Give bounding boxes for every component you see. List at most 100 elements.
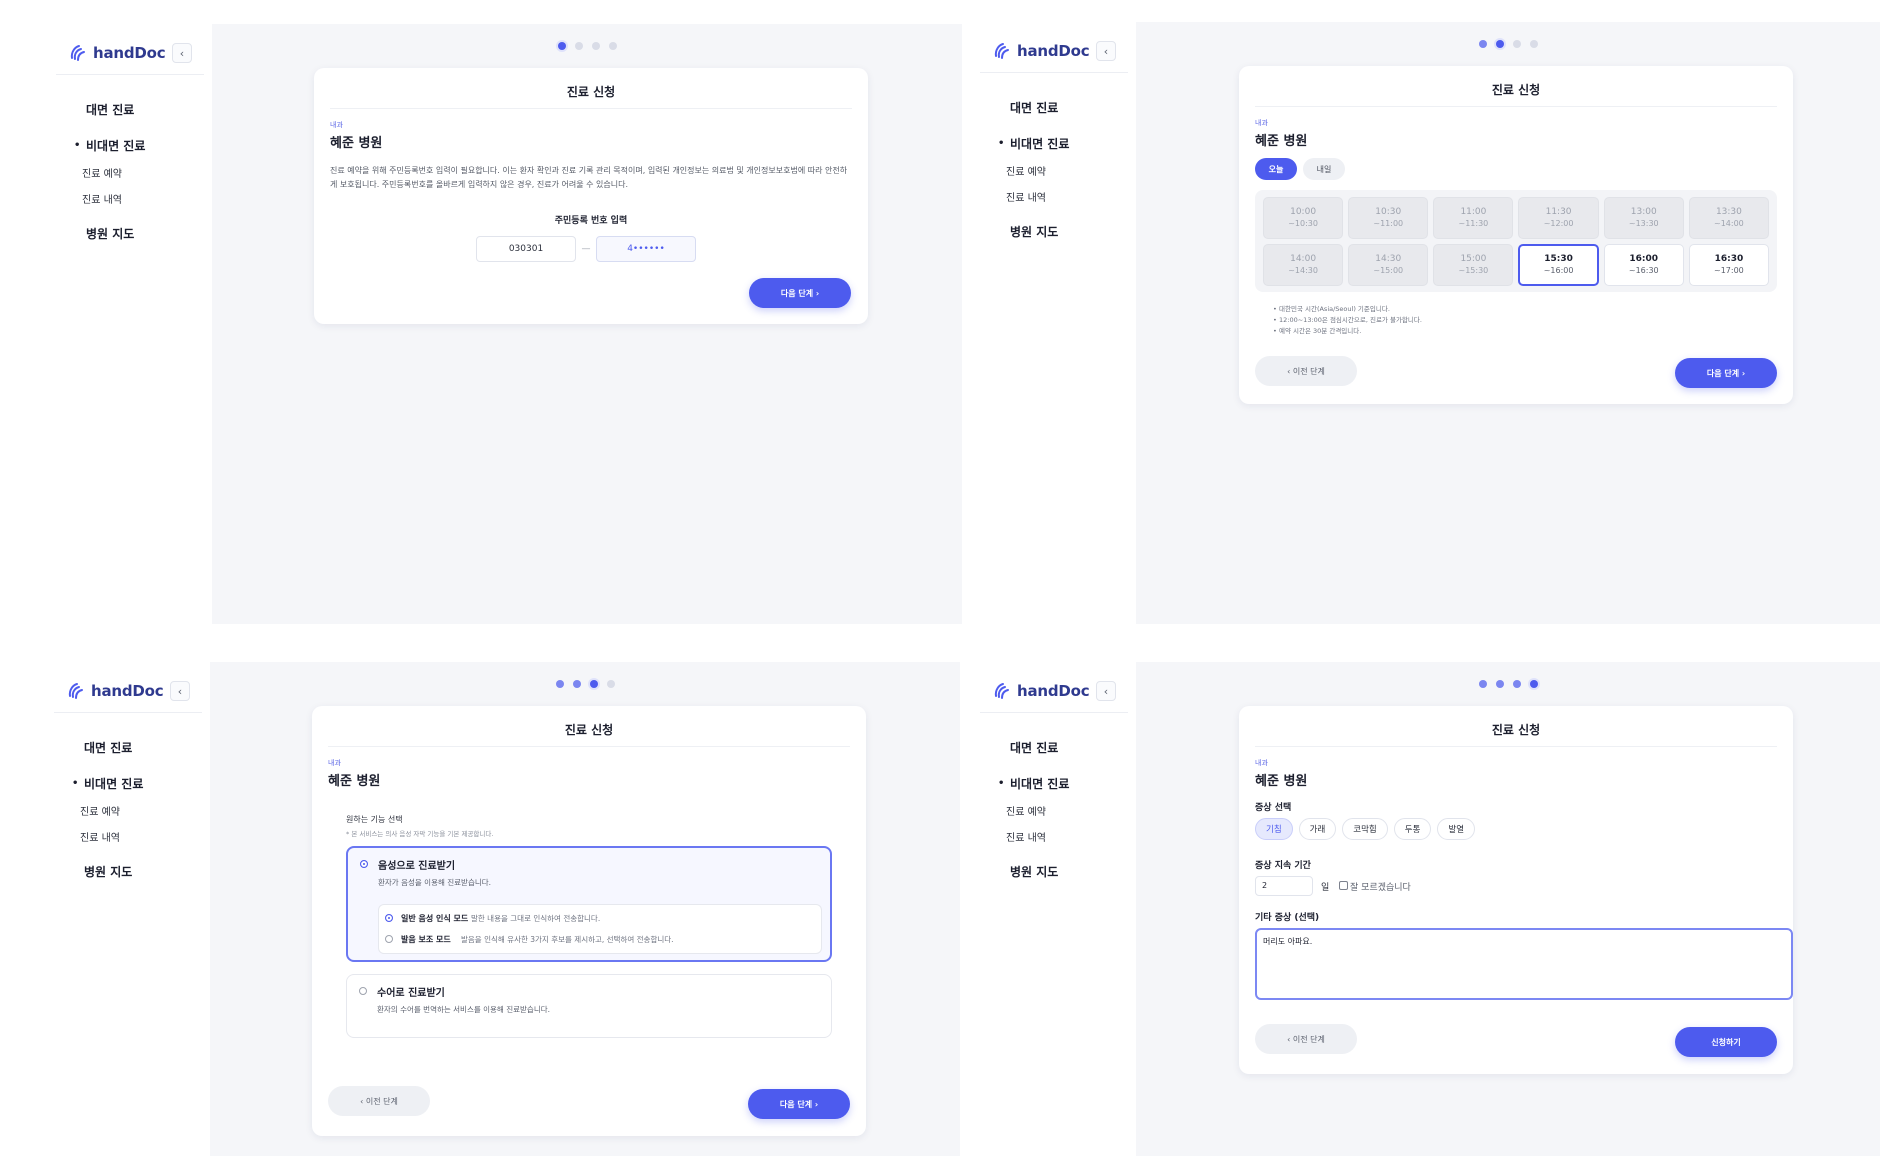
logo[interactable]: handDoc ‹ bbox=[992, 678, 1116, 704]
voice-mode-radio[interactable] bbox=[385, 914, 393, 922]
time-slot-to: ~17:00 bbox=[1714, 266, 1744, 275]
symptom-chips: 기침 가래 코막힘 두통 발열 bbox=[1255, 818, 1476, 840]
nav-hospital-map[interactable]: 병원 지도 bbox=[54, 862, 202, 882]
card-title: 진료 신청 bbox=[1491, 723, 1541, 737]
time-slot[interactable]: 16:30 ~17:00 bbox=[1688, 244, 1769, 286]
rrn-front-input[interactable]: 030301 bbox=[476, 236, 576, 262]
next-step-button[interactable]: 다음 단계 › bbox=[748, 1089, 850, 1119]
sign-option-radio[interactable] bbox=[359, 987, 367, 995]
time-slot[interactable]: 16:00 ~16:30 bbox=[1603, 244, 1684, 286]
nav-remote[interactable]: 비대면 진료 bbox=[980, 774, 1128, 794]
chevron-left-icon: ‹ bbox=[179, 46, 185, 60]
nav-remote-reserve[interactable]: 진료 예약 bbox=[56, 166, 204, 184]
nav-remote[interactable]: 비대면 진료 bbox=[54, 774, 202, 794]
nav-remote-history[interactable]: 진료 내역 bbox=[980, 190, 1128, 208]
nav-remote-history[interactable]: 진료 내역 bbox=[980, 830, 1128, 848]
department-label: 내과 bbox=[1255, 759, 1268, 767]
collapse-sidebar-button[interactable]: ‹ bbox=[170, 681, 190, 701]
duration-input[interactable]: 2 bbox=[1255, 876, 1313, 896]
app-name: handDoc bbox=[93, 44, 166, 62]
nav-remote[interactable]: 비대면 진료 bbox=[980, 134, 1128, 154]
time-slot-from: 14:00 bbox=[1290, 254, 1317, 264]
logo[interactable]: handDoc ‹ bbox=[992, 38, 1116, 64]
nav-face-to-face[interactable]: 대면 진료 bbox=[56, 100, 204, 120]
other-symptom-textarea[interactable]: 머리도 아파요. bbox=[1255, 928, 1793, 1000]
voice-option[interactable]: 음성으로 진료받기 환자가 음성을 이용해 진료받습니다. 일반 음성 인식 모… bbox=[346, 846, 832, 962]
tab-today[interactable]: 오늘 bbox=[1255, 158, 1297, 180]
time-slot[interactable]: 15:00 ~15:30 bbox=[1433, 244, 1514, 286]
step-dot bbox=[606, 680, 615, 688]
step-dot bbox=[1512, 680, 1521, 688]
nav-face-to-face[interactable]: 대면 진료 bbox=[980, 738, 1128, 758]
voice-option-radio[interactable] bbox=[360, 860, 368, 868]
duration-label: 증상 지속 기간 bbox=[1255, 861, 1311, 871]
step-dot bbox=[1495, 680, 1504, 688]
prev-step-button[interactable]: ‹ 이전 단계 bbox=[1255, 356, 1357, 386]
prev-step-button[interactable]: ‹ 이전 단계 bbox=[1255, 1024, 1357, 1054]
step-dot bbox=[1529, 680, 1538, 688]
time-slot[interactable]: 11:00 ~11:30 bbox=[1433, 197, 1514, 239]
department-label: 내과 bbox=[1255, 119, 1268, 127]
symptom-chip[interactable]: 기침 bbox=[1255, 818, 1293, 840]
time-slot[interactable]: 11:30 ~12:00 bbox=[1518, 197, 1599, 239]
divider bbox=[328, 746, 850, 747]
nav-hospital-map[interactable]: 병원 지도 bbox=[56, 224, 204, 244]
voice-option-desc: 환자가 음성을 이용해 진료받습니다. bbox=[378, 878, 492, 887]
nav-remote-reserve[interactable]: 진료 예약 bbox=[980, 804, 1128, 822]
card-title: 진료 신청 bbox=[1491, 83, 1541, 97]
nav-remote-reserve[interactable]: 진료 예약 bbox=[980, 164, 1128, 182]
voice-mode-title: 발음 보조 모드 bbox=[401, 935, 451, 944]
step-dot bbox=[555, 680, 564, 688]
sidebar: handDoc ‹ 대면 진료 비대면 진료 진료 예약 진료 내역 병원 지도 bbox=[980, 22, 1128, 624]
rrn-back-input[interactable]: 4•••••• bbox=[596, 236, 696, 262]
time-slot[interactable]: 10:00 ~10:30 bbox=[1263, 197, 1344, 239]
nav-face-to-face[interactable]: 대면 진료 bbox=[54, 738, 202, 758]
next-step-button[interactable]: 다음 단계 › bbox=[749, 278, 851, 308]
symptom-chip[interactable]: 발열 bbox=[1437, 818, 1476, 840]
nav-menu: 대면 진료 비대면 진료 진료 예약 진료 내역 병원 지도 bbox=[980, 738, 1128, 898]
step-dot bbox=[572, 680, 581, 688]
tab-tomorrow[interactable]: 내일 bbox=[1303, 158, 1345, 180]
symptom-chip[interactable]: 가래 bbox=[1298, 818, 1337, 840]
time-slot-from: 16:30 bbox=[1714, 254, 1744, 264]
time-slot[interactable]: 10:30 ~11:00 bbox=[1348, 197, 1429, 239]
time-slot-from: 10:30 bbox=[1375, 207, 1402, 217]
collapse-sidebar-button[interactable]: ‹ bbox=[1096, 41, 1116, 61]
nav-remote[interactable]: 비대면 진료 bbox=[56, 136, 204, 156]
collapse-sidebar-button[interactable]: ‹ bbox=[1096, 681, 1116, 701]
voice-mode-row[interactable]: 일반 음성 인식 모드 말한 내용을 그대로 인식하여 전송합니다. bbox=[379, 911, 821, 927]
prev-step-button[interactable]: ‹ 이전 단계 bbox=[328, 1086, 430, 1116]
logo[interactable]: handDoc ‹ bbox=[66, 678, 190, 704]
time-slot[interactable]: 13:30 ~14:00 bbox=[1688, 197, 1769, 239]
app-name: handDoc bbox=[91, 682, 164, 700]
nav-remote-history[interactable]: 진료 내역 bbox=[54, 830, 202, 848]
symptom-chip[interactable]: 두통 bbox=[1393, 818, 1432, 840]
unknown-checkbox[interactable] bbox=[1339, 881, 1348, 890]
nav-hospital-map[interactable]: 병원 지도 bbox=[980, 862, 1128, 882]
department-label: 내과 bbox=[328, 759, 341, 767]
nav-remote-history[interactable]: 진료 내역 bbox=[56, 192, 204, 210]
hospital-name: 혜준 병원 bbox=[1255, 134, 1308, 149]
unknown-label[interactable]: 잘 모르겠습니다 bbox=[1350, 880, 1411, 893]
time-slot-to: ~11:30 bbox=[1458, 219, 1489, 228]
time-slot[interactable]: 14:00 ~14:30 bbox=[1263, 244, 1344, 286]
time-slot[interactable]: 13:00 ~13:30 bbox=[1603, 197, 1684, 239]
request-card: 진료 신청 내과 혜준 병원 증상 선택 기침 가래 코막힘 두통 발열 증상 … bbox=[1239, 706, 1793, 1074]
privacy-notice: 진료 예약을 위해 주민등록번호 입력이 필요합니다. 이는 환자 확인과 진료… bbox=[330, 166, 848, 189]
voice-mode-row[interactable]: 발음 보조 모드 발음을 인식해 유사한 3가지 후보를 제시하고, 선택하여 … bbox=[379, 932, 821, 948]
time-slot[interactable]: 15:30 ~16:00 bbox=[1518, 244, 1599, 286]
collapse-sidebar-button[interactable]: ‹ bbox=[172, 43, 192, 63]
sign-option[interactable]: 수어로 진료받기 환자의 수어를 번역하는 서비스를 이용해 진료받습니다. bbox=[346, 974, 832, 1038]
submit-button[interactable]: 신청하기 bbox=[1675, 1027, 1777, 1057]
nav-hospital-map[interactable]: 병원 지도 bbox=[980, 222, 1128, 242]
step-dot bbox=[1529, 40, 1538, 48]
logo[interactable]: handDoc ‹ bbox=[68, 40, 192, 66]
time-slot[interactable]: 14:30 ~15:00 bbox=[1348, 244, 1429, 286]
nav-face-to-face[interactable]: 대면 진료 bbox=[980, 98, 1128, 118]
symptom-chip[interactable]: 코막힘 bbox=[1342, 818, 1388, 840]
nav-remote-reserve[interactable]: 진료 예약 bbox=[54, 804, 202, 822]
next-step-button[interactable]: 다음 단계 › bbox=[1675, 358, 1777, 388]
nav-menu: 대면 진료 비대면 진료 진료 예약 진료 내역 병원 지도 bbox=[56, 100, 204, 260]
time-slot-to: ~14:30 bbox=[1288, 266, 1318, 275]
voice-mode-radio[interactable] bbox=[385, 935, 393, 943]
